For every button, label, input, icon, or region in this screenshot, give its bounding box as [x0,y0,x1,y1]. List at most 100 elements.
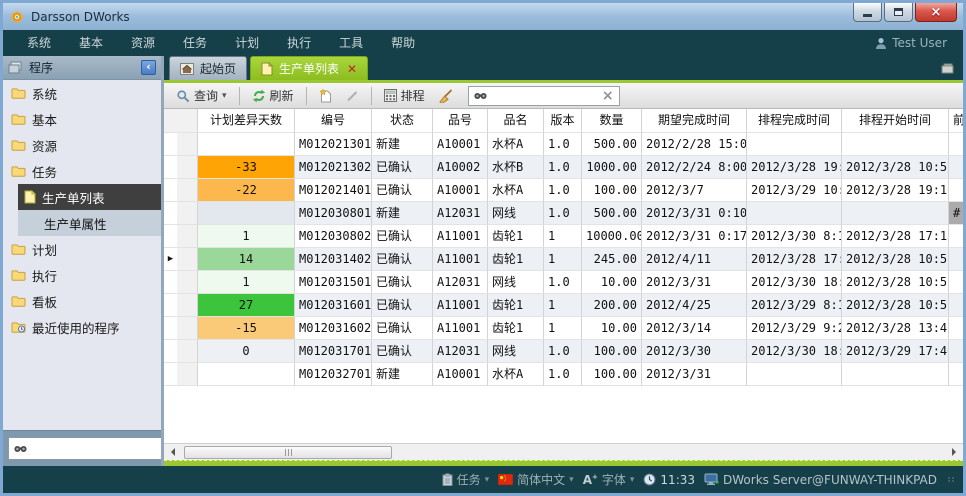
cell-plan-variance-days[interactable]: 0 [198,340,295,363]
cell-quantity[interactable]: 10.00 [582,271,642,294]
column-header-schedule-start[interactable]: 排程开始时间 [842,109,949,133]
cell-status[interactable]: 已确认 [372,340,433,363]
cell-version[interactable]: 1.0 [544,156,582,179]
cell-flag[interactable] [949,248,963,271]
statusbar-task-menu[interactable]: 任务 ▾ [442,471,490,488]
cell-flag[interactable] [949,294,963,317]
horizontal-scrollbar[interactable] [164,443,963,460]
cell-schedule-start[interactable] [842,202,949,225]
column-header-quantity[interactable]: 数量 [582,109,642,133]
cell-plan-variance-days[interactable] [198,133,295,156]
cell-plan-variance-days[interactable]: -15 [198,317,295,340]
cell-item-name[interactable]: 水杯A [488,133,544,156]
cell-number[interactable]: M012030802 [295,225,372,248]
row-header-cell[interactable] [177,156,198,179]
cell-item-no[interactable]: A10001 [433,179,488,202]
cell-schedule-finish[interactable]: 2012/3/30 18:00 [747,340,842,363]
cell-version[interactable]: 1.0 [544,179,582,202]
menu-item[interactable]: 计划 [221,30,273,56]
cell-flag[interactable] [949,156,963,179]
cell-schedule-start[interactable]: 2012/3/28 10:52 [842,294,949,317]
cell-flag[interactable]: # [949,202,963,225]
cell-version[interactable]: 1.0 [544,363,582,386]
close-button[interactable]: × [915,3,957,22]
cell-number[interactable]: M012031402 [295,248,372,271]
cell-schedule-finish[interactable]: 2012/3/30 8:15 [747,225,842,248]
cell-item-name[interactable]: 网线 [488,271,544,294]
cell-quantity[interactable]: 10.00 [582,317,642,340]
cell-flag[interactable] [949,363,963,386]
column-header-item-name[interactable]: 品名 [488,109,544,133]
scroll-left-button[interactable] [164,444,181,460]
cell-item-name[interactable]: 网线 [488,202,544,225]
scrollbar-thumb[interactable] [184,446,392,459]
sidebar-item-task[interactable]: 任务 [3,158,161,184]
cell-schedule-start[interactable] [842,363,949,386]
cell-version[interactable]: 1.0 [544,202,582,225]
cell-item-name[interactable]: 水杯B [488,156,544,179]
cell-schedule-finish[interactable]: 2012/3/28 17:13 [747,248,842,271]
cell-status[interactable]: 新建 [372,133,433,156]
resize-grip[interactable] [948,477,955,482]
menu-item[interactable]: 基本 [65,30,117,56]
column-header-schedule-finish[interactable]: 排程完成时间 [747,109,842,133]
cell-plan-variance-days[interactable]: 1 [198,225,295,248]
cell-quantity[interactable]: 500.00 [582,202,642,225]
table-row[interactable]: -15 M012031602 已确认 A11001 齿轮1 1 10.00 20… [164,317,963,340]
table-row[interactable]: ▶ 14 M012031402 已确认 A11001 齿轮1 1 245.00 … [164,248,963,271]
cell-quantity[interactable]: 10000.00 [582,225,642,248]
cell-number[interactable]: M012021301 [295,133,372,156]
column-header-item-no[interactable]: 品号 [433,109,488,133]
cell-item-no[interactable]: A11001 [433,294,488,317]
cell-schedule-start[interactable]: 2012/3/29 17:46 [842,340,949,363]
cell-schedule-finish[interactable] [747,133,842,156]
sidebar-item-board[interactable]: 看板 [3,288,161,314]
cell-quantity[interactable]: 1000.00 [582,156,642,179]
menu-item[interactable]: 工具 [325,30,377,56]
column-header-partial[interactable]: 前 [949,109,963,133]
cell-schedule-start[interactable]: 2012/3/28 19:10 [842,179,949,202]
cell-item-no[interactable]: A10002 [433,156,488,179]
cell-status[interactable]: 已确认 [372,179,433,202]
sidebar-item-system[interactable]: 系统 [3,80,161,106]
cell-plan-variance-days[interactable]: 14 [198,248,295,271]
cell-item-name[interactable]: 齿轮1 [488,225,544,248]
cell-schedule-start[interactable]: 2012/3/28 10:52 [842,156,949,179]
cell-flag[interactable] [949,317,963,340]
cell-item-no[interactable]: A11001 [433,225,488,248]
cell-flag[interactable] [949,225,963,248]
cell-item-no[interactable]: A12031 [433,340,488,363]
row-header-cell[interactable] [177,225,198,248]
cell-status[interactable]: 已确认 [372,225,433,248]
cell-plan-variance-days[interactable]: -22 [198,179,295,202]
cell-version[interactable]: 1.0 [544,133,582,156]
cell-schedule-finish[interactable] [747,363,842,386]
cell-status[interactable]: 已确认 [372,294,433,317]
row-header-cell[interactable] [177,363,198,386]
cell-item-name[interactable]: 齿轮1 [488,317,544,340]
row-header-cell[interactable] [177,340,198,363]
cell-item-no[interactable]: A11001 [433,248,488,271]
row-header-cell[interactable] [177,133,198,156]
cell-plan-variance-days[interactable]: 1 [198,271,295,294]
cell-item-name[interactable]: 水杯A [488,363,544,386]
cell-schedule-finish[interactable]: 2012/3/29 9:20 [747,317,842,340]
cell-expected-finish[interactable]: 2012/3/7 [642,179,747,202]
cell-status[interactable]: 新建 [372,202,433,225]
cell-schedule-start[interactable]: 2012/3/28 10:52 [842,248,949,271]
table-row[interactable]: M012021301 新建 A10001 水杯A 1.0 500.00 2012… [164,133,963,156]
cell-expected-finish[interactable]: 2012/3/30 [642,340,747,363]
cell-status[interactable]: 已确认 [372,271,433,294]
cell-expected-finish[interactable]: 2012/3/14 [642,317,747,340]
refresh-button[interactable]: 刷新 [248,85,298,106]
user-indicator[interactable]: Test User [875,36,953,50]
maximize-button[interactable] [884,3,913,22]
dock-window-icon[interactable] [940,62,955,75]
cell-version[interactable]: 1.0 [544,271,582,294]
column-header-expected-finish[interactable]: 期望完成时间 [642,109,747,133]
sidebar-item-resource[interactable]: 资源 [3,132,161,158]
cell-quantity[interactable]: 100.00 [582,340,642,363]
clean-button[interactable] [434,87,457,105]
cell-expected-finish[interactable]: 2012/3/31 0:17 [642,225,747,248]
row-header-cell[interactable] [177,317,198,340]
